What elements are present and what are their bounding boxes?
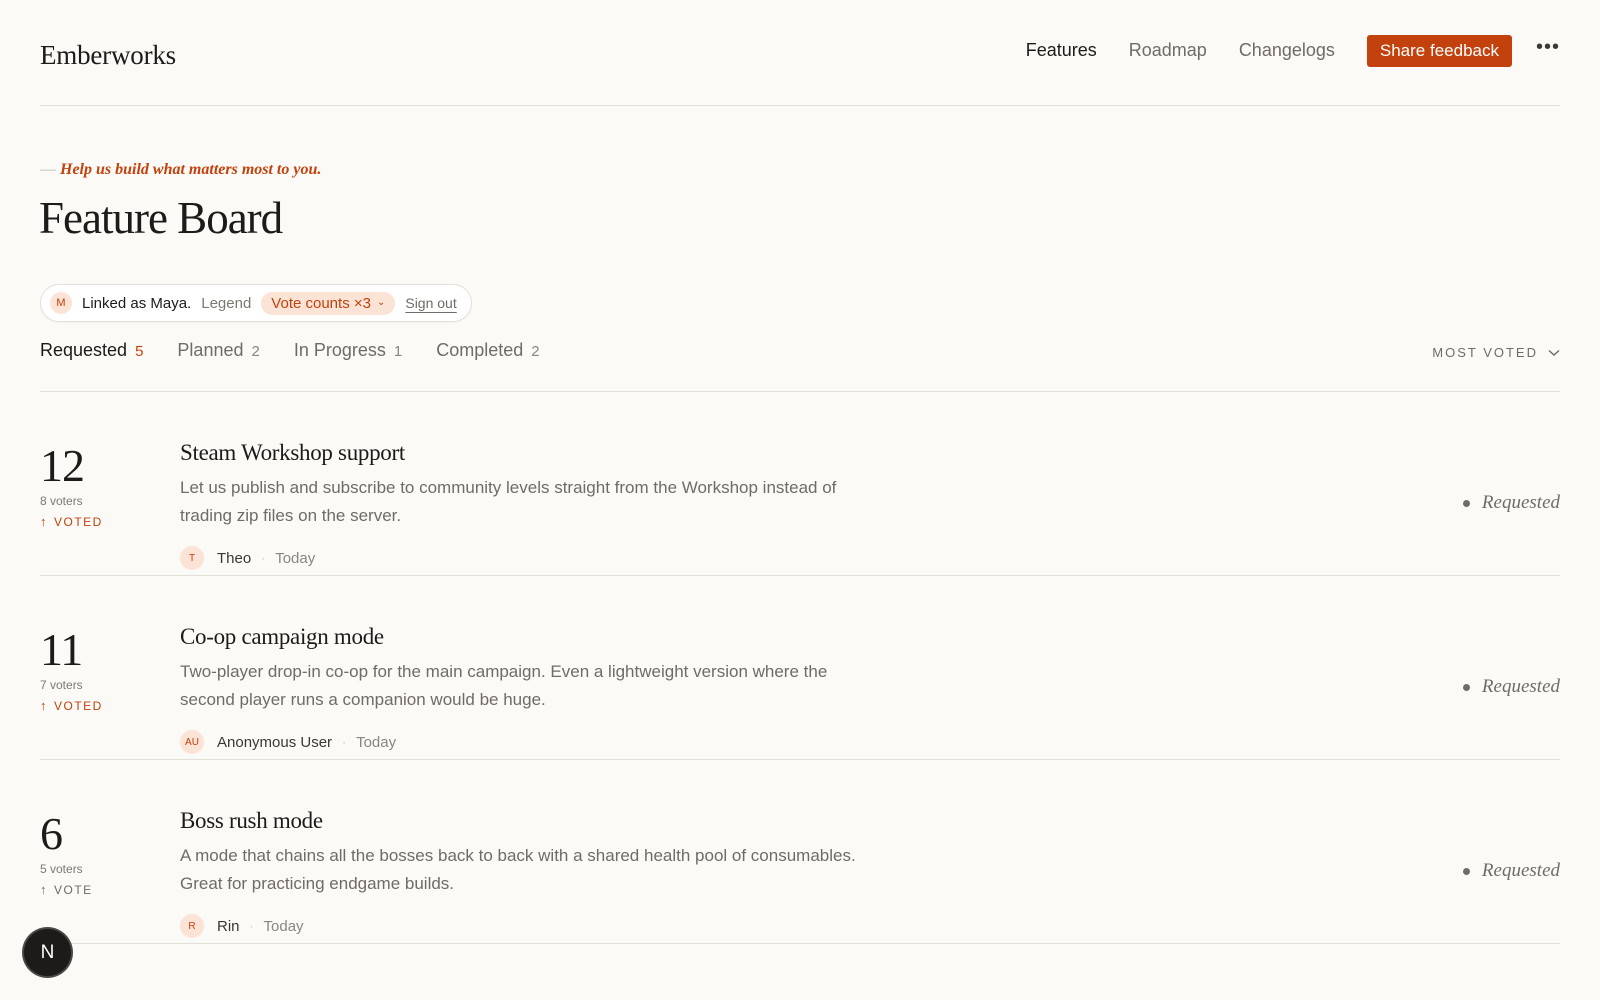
legend-label: Legend [201, 294, 252, 312]
page-title: Feature Board [39, 193, 283, 243]
vote-column: 6 5 voters ↑ VOTE [40, 808, 160, 898]
meta-separator: · [342, 735, 347, 749]
vote-button[interactable]: ↑ VOTED [40, 514, 160, 529]
feature-item[interactable]: 11 7 voters ↑ VOTED Co-op campaign mode … [40, 576, 1560, 760]
nav-roadmap[interactable]: Roadmap [1129, 40, 1207, 61]
feature-meta: AU Anonymous User · Today [180, 730, 860, 754]
tagline-text: Help us build what matters most to you. [60, 161, 322, 178]
post-date: Today [275, 549, 316, 567]
status-badge: Requested [1462, 860, 1560, 882]
vote-counts-label: Vote counts ×3 [271, 294, 371, 312]
brand-logo[interactable]: Emberworks [40, 40, 176, 71]
arrow-up-icon: ↑ [40, 882, 48, 897]
status-label: Requested [1481, 492, 1560, 513]
feature-list: 12 8 voters ↑ VOTED Steam Workshop suppo… [40, 392, 1560, 944]
meta-separator: · [261, 551, 266, 565]
tab-label: Planned [177, 340, 244, 360]
arrow-up-icon: ↑ [40, 514, 48, 529]
avatar: R [180, 914, 204, 938]
chevron-down-icon [1548, 349, 1560, 356]
status-badge: Requested [1462, 676, 1560, 698]
meta-separator: · [249, 919, 254, 933]
account-bar: M Linked as Maya. Legend Vote counts ×3 … [40, 284, 472, 322]
vote-button-label: VOTED [54, 514, 103, 529]
fab-label: N [40, 941, 55, 963]
feature-meta: T Theo · Today [180, 546, 860, 570]
tab-label: In Progress [293, 340, 386, 360]
tab-count: 5 [135, 343, 144, 360]
vote-button-label: VOTE [54, 882, 93, 897]
tab-completed[interactable]: Completed 2 [436, 340, 539, 361]
feature-description: Let us publish and subscribe to communit… [180, 478, 837, 525]
feature-content: Co-op campaign mode Two-player drop-in c… [180, 624, 860, 754]
feature-description: A mode that chains all the bosses back t… [180, 846, 856, 893]
vote-button[interactable]: ↑ VOTED [40, 698, 160, 713]
feature-description: Two-player drop-in co-op for the main ca… [180, 662, 828, 709]
feature-title[interactable]: Boss rush mode [180, 808, 860, 834]
feature-meta: R Rin · Today [180, 914, 860, 938]
feature-content: Boss rush mode A mode that chains all th… [180, 808, 860, 938]
top-header: Emberworks Features Roadmap Changelogs S… [40, 0, 1560, 106]
avatar: T [180, 546, 204, 570]
status-label: Requested [1481, 860, 1560, 881]
status-badge: Requested [1462, 492, 1560, 514]
vote-button-label: VOTED [54, 698, 103, 713]
vote-button[interactable]: ↑ VOTE [40, 882, 160, 897]
linked-account-text: Linked as Maya. [82, 294, 192, 312]
tab-label: Requested [40, 340, 128, 360]
vote-column: 12 8 voters ↑ VOTED [40, 440, 160, 530]
tab-label: Completed [436, 340, 524, 360]
tab-planned[interactable]: Planned 2 [177, 340, 259, 361]
sort-dropdown[interactable]: MOST VOTED [1432, 345, 1560, 360]
author-name: Theo [217, 549, 252, 567]
voters-count: 5 voters [40, 862, 83, 876]
tab-count: 2 [531, 343, 540, 360]
feature-content: Steam Workshop support Let us publish an… [180, 440, 860, 570]
voters-count: 8 voters [40, 494, 83, 508]
tab-count: 2 [251, 343, 260, 360]
voters-count: 7 voters [40, 678, 83, 692]
post-date: Today [356, 733, 397, 751]
author-name: Anonymous User [217, 733, 333, 751]
avatar: M [50, 292, 72, 314]
status-tabs: Requested 5 Planned 2 In Progress 1 Comp… [40, 340, 1560, 392]
sign-out-link[interactable]: Sign out [405, 295, 456, 311]
status-dot-icon [1462, 683, 1470, 691]
nav-features[interactable]: Features [1026, 40, 1097, 61]
post-date: Today [263, 917, 304, 935]
author-name: Rin [217, 917, 240, 935]
tagline: — Help us build what matters most to you… [40, 161, 321, 179]
vote-count: 12 [40, 440, 85, 491]
main-nav: Features Roadmap Changelogs Share feedba… [1026, 34, 1560, 67]
vote-count: 11 [40, 624, 83, 675]
status-dot-icon [1462, 499, 1470, 507]
vote-count: 6 [40, 808, 63, 859]
tab-in-progress[interactable]: In Progress 1 [294, 340, 402, 361]
more-horizontal-icon[interactable]: ••• [1536, 36, 1560, 59]
avatar: AU [180, 730, 204, 754]
tab-requested[interactable]: Requested 5 [40, 340, 143, 361]
nav-changelogs[interactable]: Changelogs [1239, 40, 1335, 61]
feature-title[interactable]: Steam Workshop support [180, 440, 860, 466]
vote-counts-dropdown[interactable]: Vote counts ×3 ⌄ [261, 291, 396, 315]
status-label: Requested [1481, 676, 1560, 697]
arrow-up-icon: ↑ [40, 698, 48, 713]
tab-count: 1 [393, 343, 403, 360]
feature-item[interactable]: 6 5 voters ↑ VOTE Boss rush mode A mode … [40, 760, 1560, 944]
feature-title[interactable]: Co-op campaign mode [180, 624, 860, 650]
share-feedback-button[interactable]: Share feedback [1366, 34, 1512, 67]
chevron-down-icon: ⌄ [376, 296, 386, 308]
tagline-dash: — [40, 161, 56, 178]
feature-item[interactable]: 12 8 voters ↑ VOTED Steam Workshop suppo… [40, 392, 1560, 576]
sort-label: MOST VOTED [1432, 345, 1538, 360]
status-dot-icon [1462, 867, 1470, 875]
vote-column: 11 7 voters ↑ VOTED [40, 624, 160, 714]
floating-app-button[interactable]: N [24, 929, 71, 976]
